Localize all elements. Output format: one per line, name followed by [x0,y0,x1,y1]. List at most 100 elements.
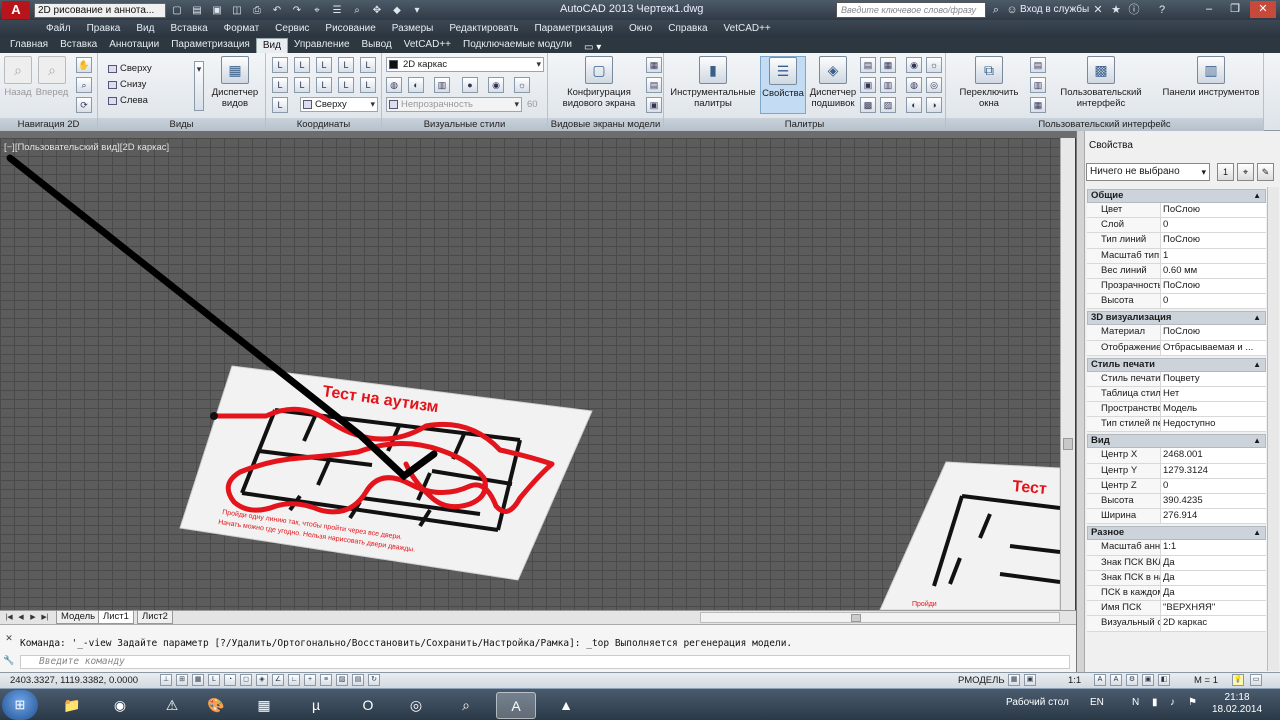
viewport-label[interactable]: [−][Пользовательский вид][2D каркас] [4,142,169,153]
language-indicator[interactable]: EN [1090,697,1104,708]
horizontal-scrollbar[interactable] [700,612,1060,623]
selection-combo[interactable]: Ничего не выбрано [1086,163,1210,181]
property-category[interactable]: Разное ▲ [1087,526,1266,541]
ribbon-tab[interactable]: VetCAD++ [398,38,457,53]
command-input[interactable]: Введите команду [20,655,1070,669]
match-icon[interactable]: ⌖ [308,3,326,18]
color-icon[interactable]: ● [462,77,478,93]
calculator-icon[interactable]: ▥ [880,77,896,93]
camera-icon[interactable]: ◐ [906,97,922,113]
info-icon[interactable]: ⓘ [1126,2,1142,18]
otrack-icon[interactable]: ∠ [272,674,284,686]
property-value[interactable]: Да [1161,556,1266,570]
collapse-icon[interactable]: ▲ [1253,435,1261,447]
property-value[interactable]: Да [1161,571,1266,585]
materials-icon[interactable]: ◉ [906,57,922,73]
properties-icon[interactable]: ☰ [328,3,346,18]
infer-constraints-icon[interactable]: ⊥ [160,674,172,686]
transparency-toggle-icon[interactable]: ▨ [336,674,348,686]
ribbon-tab[interactable]: Главная [4,38,54,53]
ucs-object-icon[interactable]: L [338,77,354,93]
motion-icon[interactable]: ◑ [926,97,942,113]
select-objects-icon[interactable]: ⌖ [1237,163,1254,181]
new-icon[interactable]: ▢ [168,3,186,18]
property-row[interactable]: Имя ПСК "ВЕРХНЯЯ" [1087,601,1266,617]
exchange-icon[interactable]: ✕ [1090,2,1106,18]
tool-palettes-button[interactable]: ▮ Инструментальные палитры [668,56,758,109]
property-value[interactable]: 0 [1161,479,1266,493]
menu-item[interactable]: Правка [79,23,129,34]
open-icon[interactable]: ▤ [188,3,206,18]
qp-icon[interactable]: ▤ [352,674,364,686]
desktop-label[interactable]: Рабочий стол [1006,697,1069,708]
save-icon[interactable]: ▣ [208,3,226,18]
opera-icon[interactable]: O [348,692,388,719]
ucs-combo[interactable]: Сверху [300,97,378,112]
tile-horizontal-icon[interactable]: ▤ [1030,57,1046,73]
property-value[interactable]: 1 [1161,249,1266,263]
utorrent-icon[interactable]: ◉ [100,692,140,719]
property-value[interactable]: Да [1161,586,1266,600]
property-value[interactable]: Модель [1161,402,1266,416]
scroll-thumb[interactable] [1063,438,1073,450]
quick-select-icon[interactable]: ✎ [1257,163,1274,181]
menu-item[interactable]: Вид [128,23,162,34]
menu-item[interactable]: Формат [216,23,268,34]
search-app-icon[interactable]: ⌕ [446,692,486,719]
forward-button[interactable]: ⌕ Вперед [35,56,69,98]
property-row[interactable]: Центр Y 1279.3124 [1087,463,1266,479]
property-row[interactable]: Масштаб тип... 1 [1087,248,1266,264]
clock[interactable]: 21:18 18.02.2014 [1212,692,1262,716]
collapse-icon[interactable]: ▲ [1253,359,1261,371]
vlc-icon[interactable]: ▲ [546,692,586,719]
hscroll-thumb[interactable] [851,614,861,622]
grid-icon[interactable]: ▦ [192,674,204,686]
ribbon-tab[interactable]: Вид [255,38,288,53]
property-value[interactable]: ПоСлою [1161,233,1266,247]
property-value[interactable]: 0.60 мм [1161,264,1266,278]
content-icon[interactable]: ▨ [880,97,896,113]
star-icon[interactable]: ★ [1108,2,1124,18]
first-tab-icon[interactable]: |◀ [4,612,14,623]
undo-icon[interactable]: ↶ [268,3,286,18]
property-value[interactable]: ПоСлою [1161,279,1266,293]
shadow-icon[interactable]: ◐ [408,77,424,93]
join-viewports-icon[interactable]: ▤ [646,77,662,93]
property-row[interactable]: Знак ПСК в на...Да [1087,570,1266,586]
tab-layout1[interactable]: Лист1 [98,611,134,624]
named-viewports-icon[interactable]: ▦ [646,57,662,73]
property-row[interactable]: ПСК в каждом...Да [1087,585,1266,602]
property-value[interactable]: Поцвету [1161,372,1266,386]
ribbon-tab[interactable]: Вывод [356,38,398,53]
property-row[interactable]: Таблица стил...Нет [1087,386,1266,403]
property-row[interactable]: Центр X 2468.001 [1087,448,1266,464]
visual-style-combo[interactable]: 2D каркас [386,57,544,72]
property-row[interactable]: Визуальный с...2D каркас [1087,616,1266,632]
annotation-visibility-icon[interactable]: A [1094,674,1106,686]
tile-vertical-icon[interactable]: ▥ [1030,77,1046,93]
signin-link[interactable]: Вход в службы [1020,4,1089,15]
transparency-slider[interactable]: Непрозрачность [386,97,522,112]
render-icon[interactable]: ◍ [906,77,922,93]
orbit-icon[interactable]: ⟳ [76,97,92,113]
calculator-app-icon[interactable]: ▦ [244,692,284,719]
property-row[interactable]: Стиль печати Поцвету [1087,371,1266,387]
maximize-button[interactable]: ❐ [1222,1,1248,18]
collapse-icon[interactable]: ▲ [1253,312,1261,324]
property-row[interactable]: Ширина 276.914 [1087,509,1266,525]
menu-item[interactable]: Окно [621,23,660,34]
workspace-switch-icon[interactable]: ⚙ [1126,674,1138,686]
pan-icon[interactable]: ✥ [368,3,386,18]
lighting-icon[interactable]: ☼ [514,77,530,93]
ucs-y-icon[interactable]: L [338,57,354,73]
viewport-config-button[interactable]: ▢ Конфигурация видового экрана [554,56,644,109]
property-value[interactable]: Отбрасываемая и ... [1161,341,1266,355]
menu-item[interactable]: Редактировать [441,23,526,34]
ribbon-tab[interactable]: Аннотации [103,38,165,53]
property-value[interactable]: 0 [1161,294,1266,308]
lights-icon[interactable]: ☼ [926,57,942,73]
application-menu-button[interactable]: A [2,1,30,19]
utorrent-green-icon[interactable]: µ [296,692,336,719]
views-scroll[interactable]: ▾ [194,61,204,111]
ortho-icon[interactable]: L [208,674,220,686]
